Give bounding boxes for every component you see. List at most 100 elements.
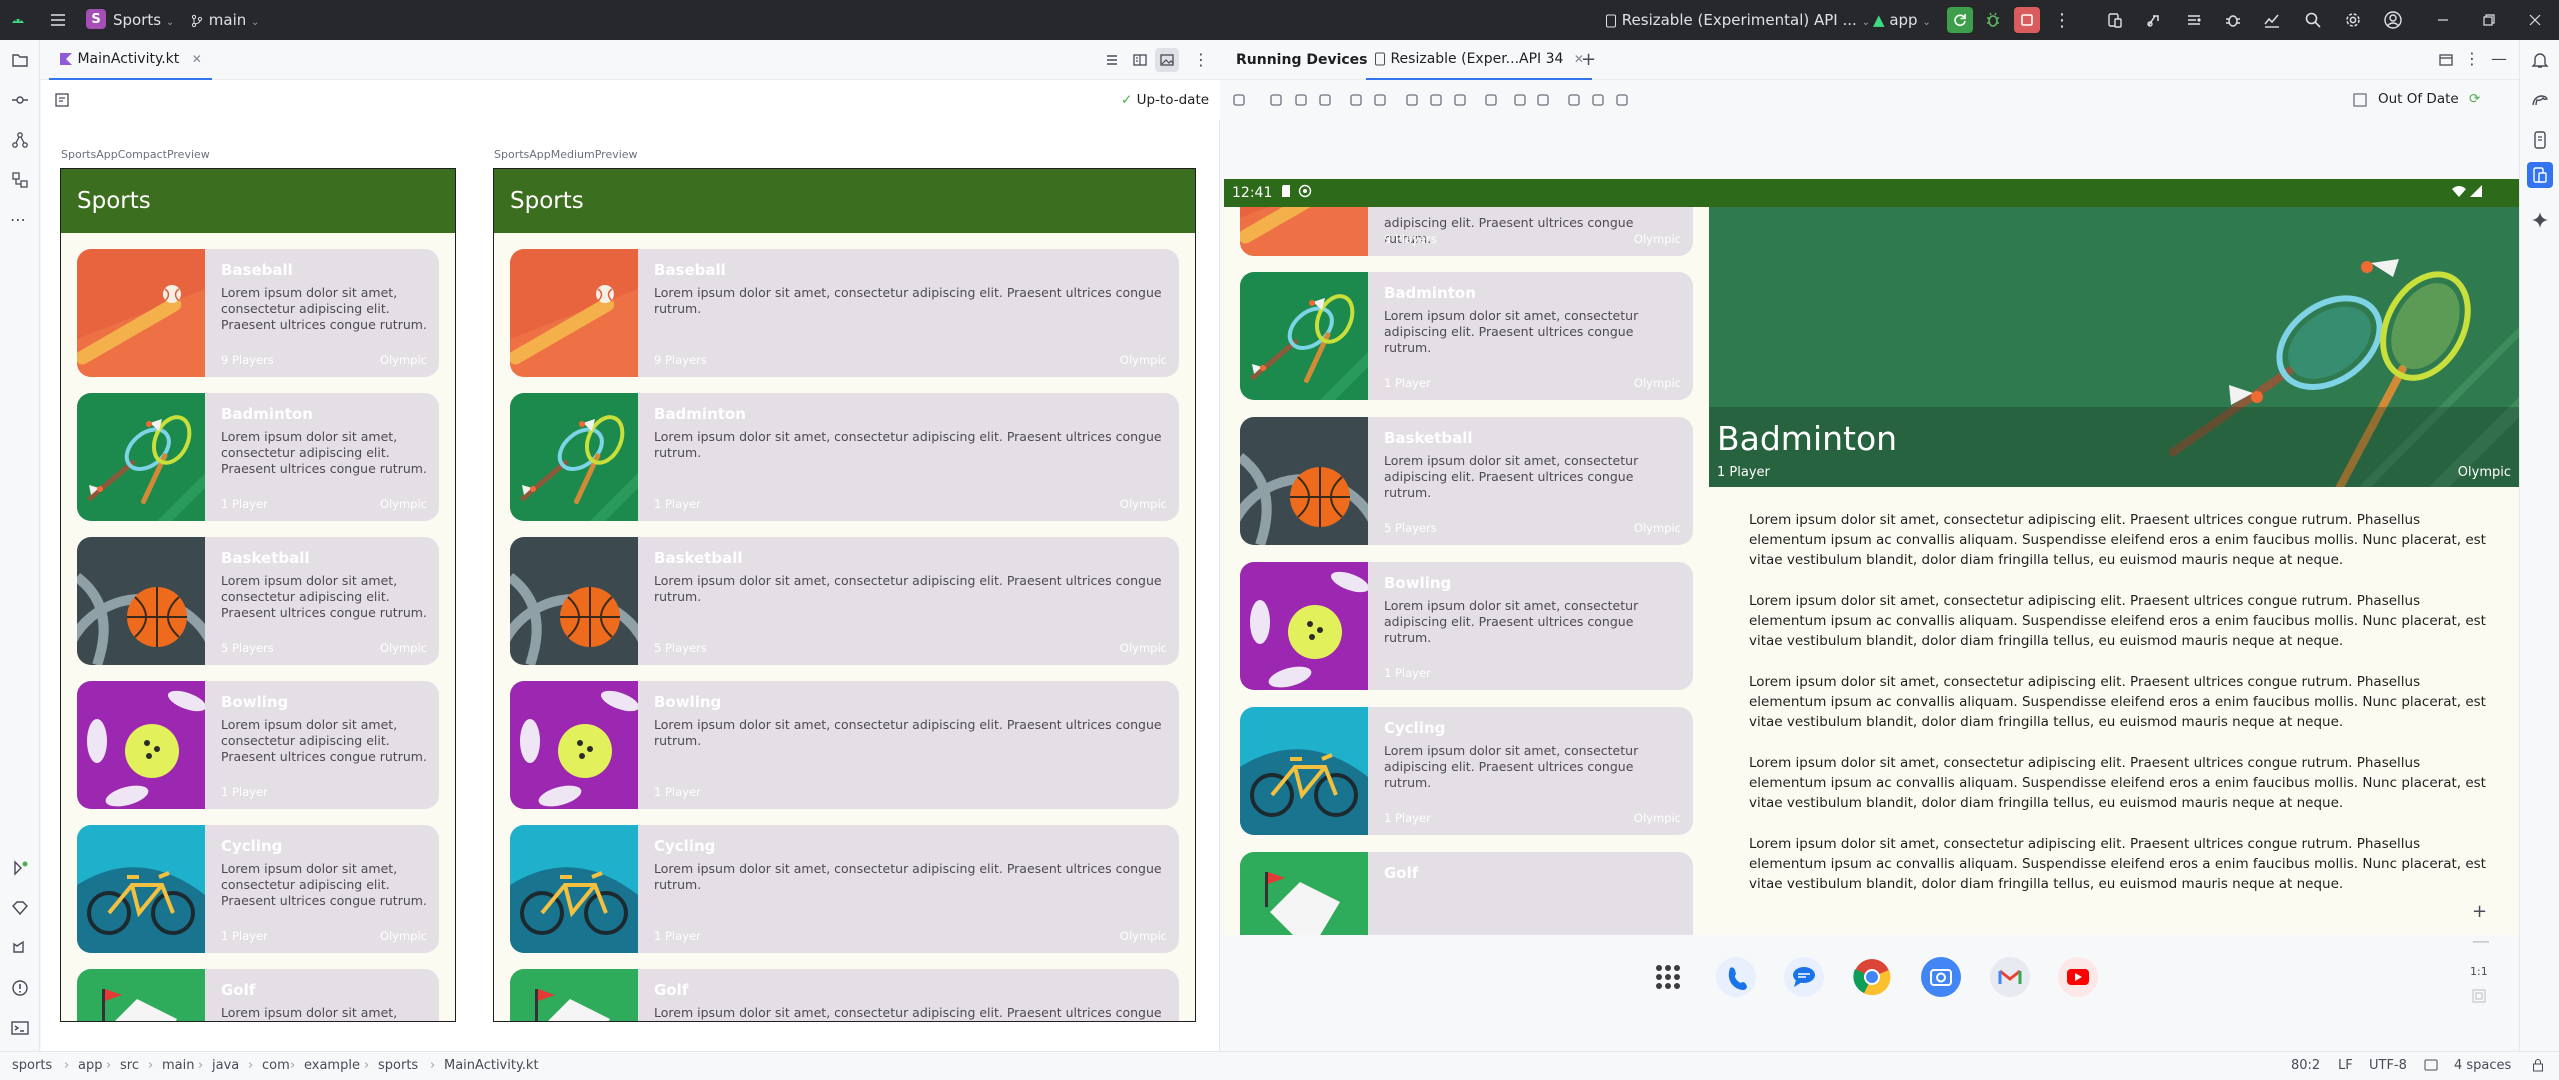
back-icon[interactable] <box>1404 92 1420 108</box>
breadcrumb-item[interactable]: sports <box>12 1058 52 1073</box>
search-button[interactable] <box>2300 7 2326 33</box>
volume-up-icon[interactable] <box>1293 92 1309 108</box>
commit-tool-button[interactable] <box>10 90 30 110</box>
emulator-card-partial-top[interactable]: adipiscing elit. Praesent ultrices congu… <box>1240 207 1693 256</box>
device-select-icon[interactable] <box>1231 92 1247 108</box>
emulator-card-badminton[interactable]: Badminton Lorem ipsum dolor sit amet, co… <box>1240 272 1693 400</box>
close-window-button[interactable] <box>2522 7 2548 33</box>
line-separator[interactable]: LF <box>2338 1058 2353 1073</box>
notifications-tool-button[interactable] <box>2530 50 2550 70</box>
minimize-window-button[interactable] <box>2430 7 2456 33</box>
more-vertical-icon[interactable]: ⋮ <box>2464 49 2480 68</box>
add-tab-icon[interactable]: + <box>1581 49 1596 70</box>
breadcrumb-item[interactable]: main <box>162 1058 194 1073</box>
terminal-tool-button[interactable] <box>10 1018 30 1038</box>
device-file-explorer-button[interactable] <box>2530 130 2550 150</box>
home-icon[interactable] <box>1428 92 1444 108</box>
design-view-button[interactable] <box>1155 48 1179 72</box>
zoom-in-icon[interactable]: + <box>2472 901 2487 922</box>
logcat-tool-button[interactable] <box>10 938 30 958</box>
messages-app-icon[interactable] <box>1784 957 1824 997</box>
medium-card-badminton[interactable]: Badminton Lorem ipsum dolor sit amet, co… <box>510 393 1179 521</box>
out-of-date-status[interactable]: Out Of Date ⟳ <box>2378 91 2480 107</box>
project-tool-button[interactable] <box>10 50 30 70</box>
zoom-actual-size[interactable]: 1:1 <box>2470 965 2488 978</box>
phone-app-icon[interactable] <box>1716 957 1756 997</box>
minimize-panel-icon[interactable]: — <box>2491 49 2507 68</box>
file-encoding[interactable]: UTF-8 <box>2369 1058 2407 1073</box>
structure-tool-button[interactable] <box>10 130 30 150</box>
youtube-app-icon[interactable] <box>2058 957 2098 997</box>
rotate-right-icon[interactable] <box>1372 92 1388 108</box>
emulator-card-basketball[interactable]: Basketball Lorem ipsum dolor sit amet, c… <box>1240 417 1693 545</box>
breadcrumb-item[interactable]: src <box>120 1058 139 1073</box>
volume-down-icon[interactable] <box>1317 92 1333 108</box>
compact-preview[interactable]: Sports Baseball Lorem ipsum dolor sit am… <box>60 168 456 1022</box>
project-selector[interactable]: Sports ⌄ <box>113 11 174 29</box>
breadcrumb-item[interactable]: MainActivity.kt <box>444 1058 539 1073</box>
overview-icon[interactable] <box>1452 92 1468 108</box>
screenshot-icon[interactable] <box>1512 92 1528 108</box>
run-config-selector[interactable]: ▲ app ⌄ <box>1873 11 1931 29</box>
up-to-date-status[interactable]: ✓ Up-to-date <box>1121 92 1209 108</box>
extended-controls-icon[interactable] <box>1590 92 1606 108</box>
device-selector[interactable]: Resizable (Experimental) API ... ⌄ <box>1605 11 1870 29</box>
breadcrumb-item[interactable]: example <box>304 1058 360 1073</box>
snapshot-icon[interactable] <box>1566 92 1582 108</box>
preview-structure-button[interactable] <box>54 92 70 108</box>
gmail-app-icon[interactable] <box>1990 957 2030 997</box>
sdk-manager-button[interactable] <box>2141 7 2167 33</box>
more-vertical-icon[interactable] <box>1614 92 1630 108</box>
app-drawer-icon[interactable] <box>1648 957 1688 997</box>
screen-record-icon[interactable] <box>1535 92 1551 108</box>
tab-device[interactable]: Resizable (Exper...API 34 ✕ <box>1366 40 1592 80</box>
app-quality-button[interactable] <box>2220 7 2246 33</box>
compact-card-cycling[interactable]: Cycling Lorem ipsum dolor sit amet, cons… <box>77 825 439 953</box>
gemini-tool-button[interactable] <box>2530 210 2550 230</box>
close-tab-icon[interactable]: ✕ <box>192 52 202 66</box>
breadcrumb-item[interactable]: com <box>262 1058 290 1073</box>
compact-card-bowling[interactable]: Bowling Lorem ipsum dolor sit amet, cons… <box>77 681 439 809</box>
code-view-button[interactable] <box>1104 52 1120 68</box>
android-studio-icon[interactable] <box>10 12 26 28</box>
zoom-fit-icon[interactable] <box>2472 989 2486 1003</box>
gradle-tool-button[interactable] <box>2530 90 2550 110</box>
more-actions-button[interactable]: ⋮ <box>2049 7 2075 33</box>
app-quality-tool-button[interactable] <box>10 898 30 918</box>
profiler-button[interactable] <box>2259 7 2285 33</box>
resource-manager-button[interactable] <box>10 170 30 190</box>
more-tools-button[interactable]: ⋯ <box>10 210 30 230</box>
emulator-card-bowling[interactable]: Bowling Lorem ipsum dolor sit amet, cons… <box>1240 562 1693 690</box>
running-devices-tool-button[interactable] <box>2527 162 2553 188</box>
medium-card-baseball[interactable]: Baseball Lorem ipsum dolor sit amet, con… <box>510 249 1179 377</box>
sports-list[interactable]: adipiscing elit. Praesent ultrices congu… <box>1224 207 1709 935</box>
caret-position[interactable]: 80:2 <box>2291 1058 2320 1073</box>
device-manager-button[interactable] <box>2102 7 2128 33</box>
problems-tool-button[interactable] <box>10 978 30 998</box>
restore-window-button[interactable] <box>2476 7 2502 33</box>
stop-button[interactable] <box>2014 7 2040 33</box>
lock-icon[interactable] <box>2532 1058 2544 1072</box>
refresh-icon[interactable]: ⟳ <box>2469 91 2480 107</box>
window-options-button[interactable] <box>2439 53 2453 67</box>
debug-button[interactable] <box>1980 7 2006 33</box>
rerun-button[interactable] <box>1947 7 1973 33</box>
indent-setting[interactable]: 4 spaces <box>2454 1058 2511 1073</box>
main-menu-icon[interactable] <box>48 10 68 30</box>
emulator-card-cycling[interactable]: Cycling Lorem ipsum dolor sit amet, cons… <box>1240 707 1693 835</box>
medium-card-cycling[interactable]: Cycling Lorem ipsum dolor sit amet, cons… <box>510 825 1179 953</box>
medium-card-golf[interactable]: Golf Lorem ipsum dolor sit amet, consect… <box>510 969 1179 1021</box>
compact-card-basketball[interactable]: Basketball Lorem ipsum dolor sit amet, c… <box>77 537 439 665</box>
run-tool-button[interactable] <box>10 858 30 878</box>
medium-card-bowling[interactable]: Bowling Lorem ipsum dolor sit amet, cons… <box>510 681 1179 809</box>
medium-card-basketball[interactable]: Basketball Lorem ipsum dolor sit amet, c… <box>510 537 1179 665</box>
chrome-app-icon[interactable] <box>1852 957 1892 997</box>
compact-card-golf[interactable]: Golf Lorem ipsum dolor sit amet, <box>77 969 439 1021</box>
zoom-out-icon[interactable]: — <box>2472 931 2490 952</box>
breadcrumb-item[interactable]: java <box>212 1058 239 1073</box>
emulator-screen[interactable]: 12:41 adipiscing elit. Praesent ultrices… <box>1224 179 2519 1029</box>
branch-selector[interactable]: main ⌄ <box>190 11 259 29</box>
breadcrumb-item[interactable]: sports <box>378 1058 418 1073</box>
split-view-button[interactable] <box>1132 52 1148 68</box>
more-vertical-icon[interactable]: ⋮ <box>1193 50 1209 69</box>
